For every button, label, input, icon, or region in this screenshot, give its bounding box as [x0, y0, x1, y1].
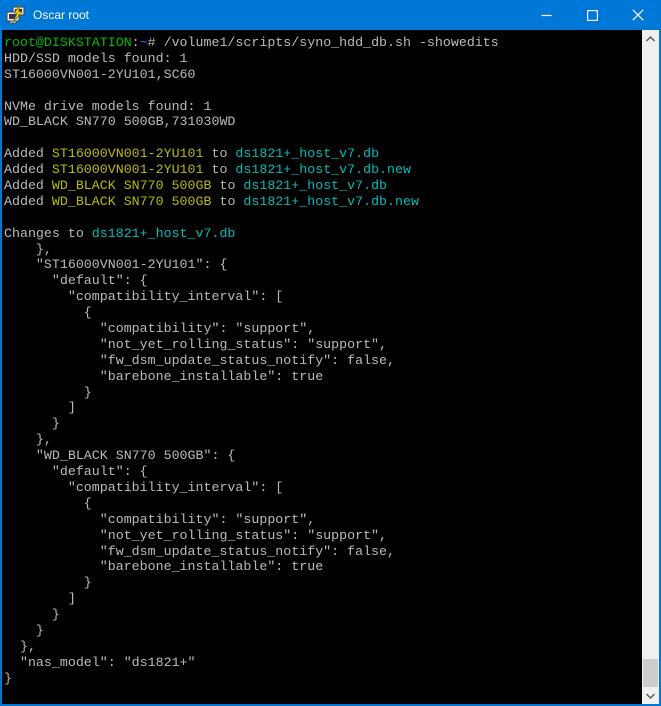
terminal-line: Added ST16000VN001-2YU101 to ds1821+_hos…	[4, 146, 642, 162]
terminal-line: }	[4, 575, 642, 591]
terminal-line: ]	[4, 400, 642, 416]
terminal-line: "WD_BLACK SN770 500GB": {	[4, 448, 642, 464]
terminal-line: "barebone_installable": true	[4, 369, 642, 385]
caption-buttons	[523, 0, 661, 30]
chevron-down-icon	[646, 693, 655, 699]
terminal-line: "ST16000VN001-2YU101": {	[4, 257, 642, 273]
minimize-icon	[541, 10, 552, 21]
terminal-line: "not_yet_rolling_status": "support",	[4, 528, 642, 544]
terminal-line: Changes to ds1821+_host_v7.db	[4, 226, 642, 242]
scrollbar-thumb[interactable]	[643, 659, 658, 687]
terminal-line: },	[4, 639, 642, 655]
scroll-up-button[interactable]	[642, 30, 659, 47]
terminal-output[interactable]: root@DISKSTATION:~# /volume1/scripts/syn…	[2, 30, 642, 704]
maximize-icon	[587, 10, 598, 21]
terminal-line: "compatibility": "support",	[4, 512, 642, 528]
window-title: Oscar root	[33, 8, 523, 22]
terminal-line: }	[4, 416, 642, 432]
terminal-line: },	[4, 242, 642, 258]
terminal-line: ]	[4, 591, 642, 607]
terminal-line: Added WD_BLACK SN770 500GB to ds1821+_ho…	[4, 178, 642, 194]
terminal-line: "compatibility_interval": [	[4, 289, 642, 305]
terminal-line: "nas_model": "ds1821+"	[4, 655, 642, 671]
terminal-line: "not_yet_rolling_status": "support",	[4, 337, 642, 353]
scrollbar[interactable]	[642, 30, 659, 704]
close-button[interactable]	[615, 0, 661, 30]
scroll-down-button[interactable]	[642, 687, 659, 704]
terminal-line: "default": {	[4, 273, 642, 289]
terminal-line: "fw_dsm_update_status_notify": false,	[4, 544, 642, 560]
terminal-line	[4, 83, 642, 99]
close-icon	[632, 9, 644, 21]
terminal-line: "fw_dsm_update_status_notify": false,	[4, 353, 642, 369]
terminal-line: WD_BLACK SN770 500GB,731030WD	[4, 114, 642, 130]
terminal-line: "default": {	[4, 464, 642, 480]
titlebar[interactable]: Oscar root	[0, 0, 661, 30]
terminal-line	[4, 130, 642, 146]
minimize-button[interactable]	[523, 0, 569, 30]
terminal-line: }	[4, 385, 642, 401]
terminal-area: root@DISKSTATION:~# /volume1/scripts/syn…	[2, 30, 659, 704]
terminal-line: "compatibility": "support",	[4, 321, 642, 337]
chevron-up-icon	[646, 36, 655, 42]
terminal-line: ST16000VN001-2YU101,SC60	[4, 67, 642, 83]
maximize-button[interactable]	[569, 0, 615, 30]
terminal-line: }	[4, 671, 642, 687]
terminal-line: },	[4, 432, 642, 448]
terminal-line: HDD/SSD models found: 1	[4, 51, 642, 67]
terminal-line: {	[4, 305, 642, 321]
terminal-line: }	[4, 623, 642, 639]
terminal-line: "compatibility_interval": [	[4, 480, 642, 496]
putty-app-icon[interactable]	[6, 5, 26, 25]
terminal-line: {	[4, 496, 642, 512]
terminal-line: }	[4, 607, 642, 623]
terminal-line: Added ST16000VN001-2YU101 to ds1821+_hos…	[4, 162, 642, 178]
terminal-line: "barebone_installable": true	[4, 559, 642, 575]
putty-window: Oscar root root@DISKSTATION:~# /volume1	[0, 0, 661, 706]
terminal-line: NVMe drive models found: 1	[4, 99, 642, 115]
terminal-line	[4, 210, 642, 226]
terminal-line: root@DISKSTATION:~# /volume1/scripts/syn…	[4, 35, 642, 51]
terminal-line: Added WD_BLACK SN770 500GB to ds1821+_ho…	[4, 194, 642, 210]
